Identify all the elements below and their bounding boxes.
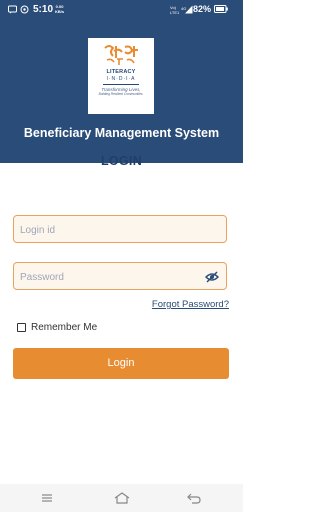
back-icon[interactable]	[187, 491, 201, 505]
app-header: 5:10 0.00 KB/s Vo) LTE1 4G 82% LITERACY	[0, 0, 243, 163]
password-input[interactable]	[20, 269, 200, 285]
login-id-field[interactable]	[13, 215, 227, 243]
message-notification-icon	[8, 5, 17, 14]
logo-tagline-2: Building Resilient Communities.	[98, 92, 144, 96]
eye-off-icon[interactable]	[205, 270, 219, 284]
volte-indicator: Vo) LTE1	[170, 5, 179, 15]
system-navigation-bar	[0, 484, 243, 512]
notification-icon	[20, 5, 29, 14]
remember-me-label: Remember Me	[31, 321, 98, 333]
remember-me-checkbox[interactable]	[17, 322, 26, 332]
login-button[interactable]: Login	[13, 348, 229, 379]
menu-icon[interactable]	[40, 491, 54, 505]
net-speed: 0.00 KB/s	[55, 4, 64, 14]
net-speed-unit: KB/s	[55, 9, 65, 14]
logo-emblem-icon	[104, 45, 138, 65]
logo-divider	[103, 84, 139, 85]
battery-percent: 82%	[193, 4, 212, 14]
remember-me-row[interactable]: Remember Me	[17, 320, 97, 334]
logo-line-2: I·N·D·I·A	[106, 76, 136, 82]
literacy-india-logo: LITERACY I·N·D·I·A Transforming Lives, B…	[88, 38, 154, 114]
app-title: Beneficiary Management System	[23, 126, 220, 140]
home-icon[interactable]	[114, 491, 130, 505]
signal-strength-icon	[185, 5, 193, 14]
login-id-input[interactable]	[20, 222, 200, 238]
lte-label: LTE1	[170, 10, 180, 15]
status-bar: 5:10 0.00 KB/s Vo) LTE1 4G 82%	[0, 0, 243, 20]
status-time: 5:10	[33, 4, 54, 15]
forgot-password-link[interactable]: Forgot Password?	[152, 299, 229, 310]
logo-line-1: LITERACY	[106, 69, 136, 75]
battery-icon	[214, 5, 228, 13]
login-heading: LOGIN	[100, 154, 143, 168]
password-field[interactable]	[13, 262, 227, 290]
